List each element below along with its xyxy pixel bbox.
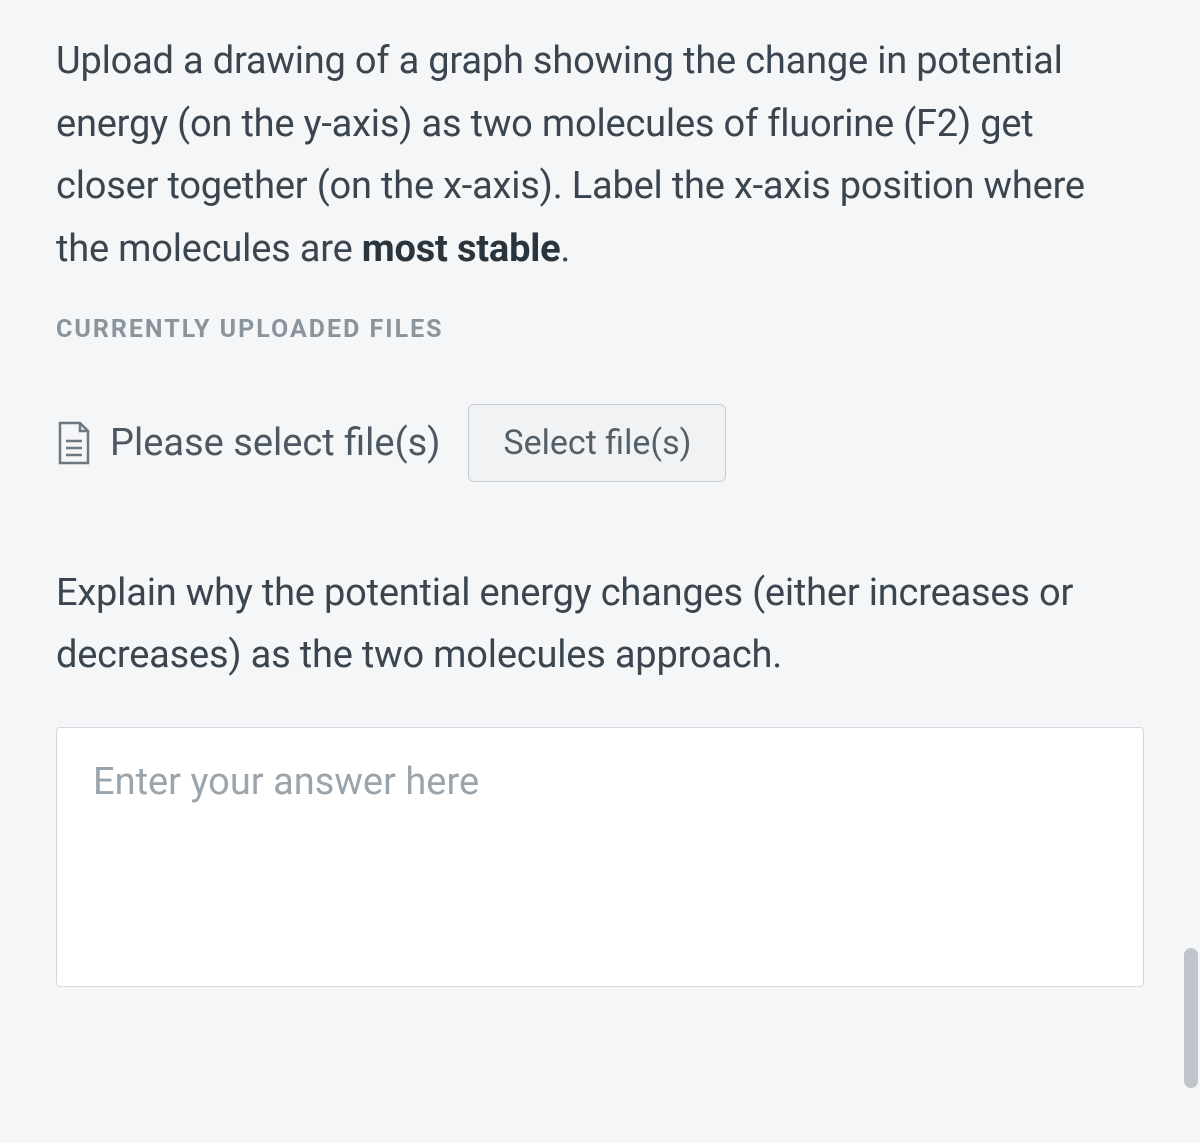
select-files-button[interactable]: Select file(s) [468, 404, 726, 482]
question1-bold: most stable [362, 227, 561, 271]
question1-suffix: . [560, 227, 570, 271]
scrollbar-thumb[interactable] [1184, 948, 1198, 1088]
question1-prefix: Upload a drawing of a graph showing the … [56, 39, 1085, 271]
file-upload-row: Please select file(s) Select file(s) [56, 404, 1144, 482]
uploaded-files-heading: CURRENTLY UPLOADED FILES [56, 315, 1144, 344]
question-prompt-2: Explain why the potential energy changes… [56, 562, 1144, 687]
question-prompt-1: Upload a drawing of a graph showing the … [56, 30, 1144, 281]
file-document-icon [56, 421, 92, 465]
answer-textarea[interactable] [56, 727, 1144, 987]
file-select-label: Please select file(s) [110, 421, 440, 465]
